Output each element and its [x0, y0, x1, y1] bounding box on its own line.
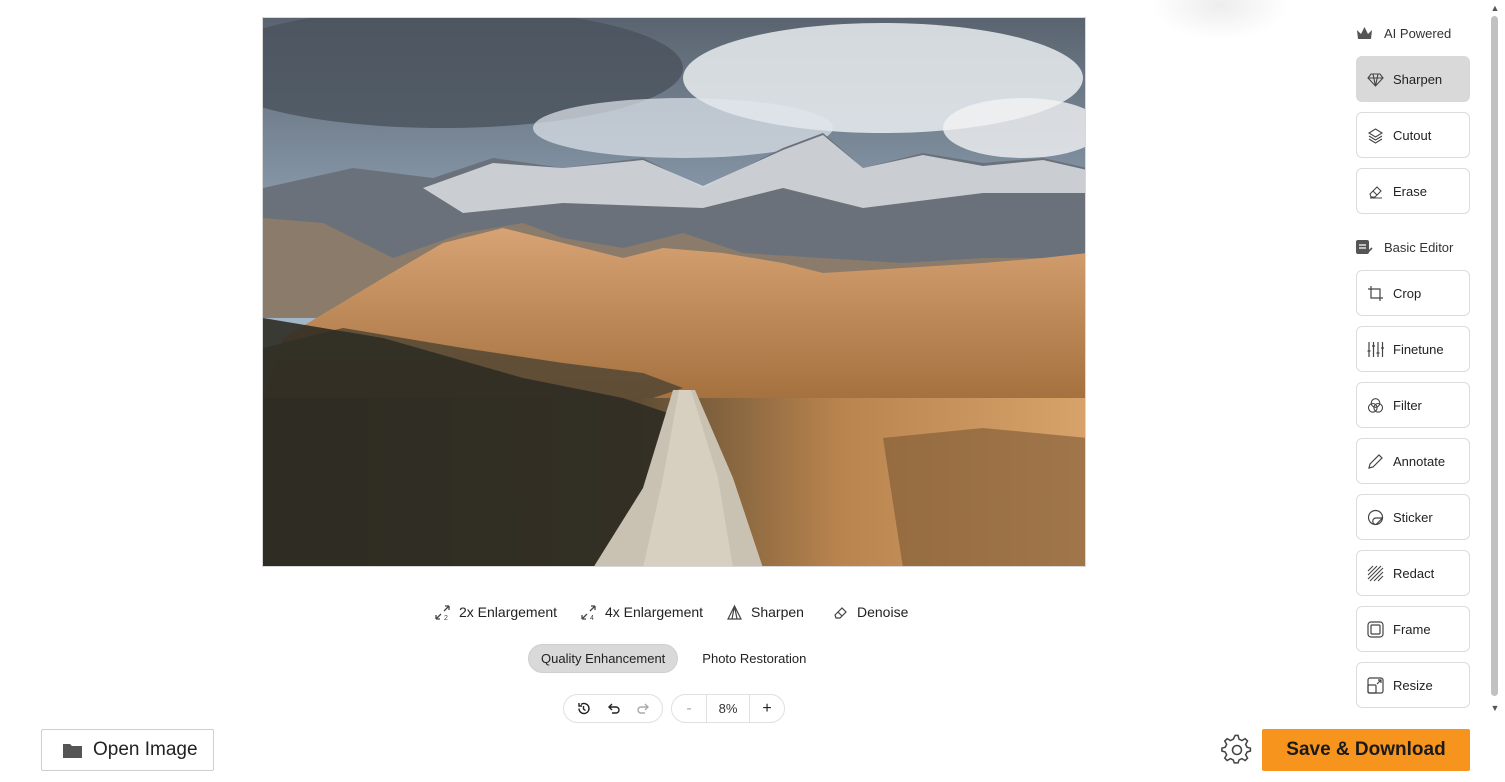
scrollbar-thumb[interactable] [1491, 16, 1498, 696]
tab-quality-enhancement[interactable]: Quality Enhancement [528, 644, 679, 673]
tool-resize[interactable]: Resize [1356, 662, 1470, 708]
denoise-label: Denoise [857, 604, 909, 620]
tool-cutout-label: Cutout [1393, 127, 1432, 143]
pencil-icon [1368, 453, 1383, 469]
tool-sticker-label: Sticker [1393, 509, 1433, 525]
tool-annotate[interactable]: Annotate [1356, 438, 1470, 484]
enlarge-2x-icon: 2 [435, 604, 450, 621]
ai-powered-header: AI Powered [1355, 24, 1451, 43]
tool-redact-label: Redact [1393, 565, 1435, 581]
sharpen-subtool-button[interactable]: Sharpen [716, 600, 814, 624]
sticker-icon [1367, 509, 1384, 525]
history-controls [563, 694, 663, 723]
scroll-down-arrow[interactable]: ▼ [1490, 703, 1500, 713]
svg-text:2: 2 [444, 615, 448, 621]
ai-powered-title: AI Powered [1384, 26, 1452, 41]
editor-icon [1356, 240, 1373, 254]
denoise-icon [834, 606, 847, 619]
landscape-photo [263, 18, 1085, 566]
tool-crop-label: Crop [1393, 285, 1422, 301]
scroll-up-arrow[interactable]: ▲ [1490, 3, 1500, 13]
undo-button[interactable] [599, 696, 627, 722]
redo-button[interactable] [629, 696, 657, 722]
tool-redact[interactable]: Redact [1356, 550, 1470, 596]
sliders-icon [1367, 341, 1384, 357]
eraser-icon [1369, 185, 1382, 199]
enlarge-4x-button[interactable]: 4 4x Enlargement [570, 600, 713, 624]
image-canvas[interactable] [262, 17, 1086, 567]
tool-finetune[interactable]: Finetune [1356, 326, 1470, 372]
tool-annotate-label: Annotate [1393, 453, 1446, 469]
tool-erase-label: Erase [1393, 183, 1427, 199]
layers-icon [1367, 127, 1384, 144]
diamond-icon [1367, 72, 1384, 87]
resize-icon [1367, 676, 1384, 694]
gear-icon [1221, 734, 1252, 764]
frame-icon [1367, 620, 1384, 638]
tool-resize-label: Resize [1393, 677, 1433, 693]
crop-icon [1368, 285, 1383, 301]
tool-finetune-label: Finetune [1393, 341, 1444, 357]
tool-filter-label: Filter [1393, 397, 1422, 413]
enlarge-4x-label: 4x Enlargement [605, 604, 704, 620]
basic-editor-title: Basic Editor [1384, 240, 1454, 255]
redact-icon [1367, 565, 1384, 581]
enlarge-2x-button[interactable]: 2 2x Enlargement [424, 600, 567, 624]
folder-icon [63, 743, 82, 758]
history-icon [577, 702, 590, 715]
enlarge-4x-icon: 4 [581, 604, 596, 621]
undo-icon [607, 703, 620, 714]
sharpen-icon [727, 604, 742, 620]
tool-frame[interactable]: Frame [1356, 606, 1470, 652]
tool-cutout[interactable]: Cutout [1356, 112, 1470, 158]
tool-sharpen[interactable]: Sharpen [1356, 56, 1470, 102]
svg-text:4: 4 [590, 615, 594, 621]
zoom-controls: - 8% + [671, 694, 785, 723]
redo-icon [636, 703, 649, 714]
mode-tabs: Quality Enhancement Photo Restoration [528, 644, 818, 673]
tool-frame-label: Frame [1393, 621, 1431, 637]
crown-icon [1357, 27, 1372, 39]
basic-editor-header: Basic Editor [1355, 238, 1453, 257]
tool-filter[interactable]: Filter [1356, 382, 1470, 428]
open-image-button[interactable]: Open Image [41, 729, 214, 771]
tool-sticker[interactable]: Sticker [1356, 494, 1470, 540]
save-download-button[interactable]: Save & Download [1262, 729, 1470, 771]
denoise-button[interactable]: Denoise [822, 600, 918, 624]
filter-icon [1367, 397, 1384, 413]
tool-crop[interactable]: Crop [1356, 270, 1470, 316]
tool-sharpen-label: Sharpen [1393, 71, 1443, 87]
tool-erase[interactable]: Erase [1356, 168, 1470, 214]
history-button[interactable] [569, 696, 597, 722]
zoom-level: 8% [706, 695, 750, 722]
zoom-in-button[interactable]: + [750, 695, 784, 722]
settings-button[interactable] [1221, 734, 1253, 766]
open-image-label: Open Image [93, 739, 198, 760]
zoom-out-button[interactable]: - [672, 695, 706, 722]
shadow-decoration [1150, 0, 1290, 40]
tab-photo-restoration[interactable]: Photo Restoration [690, 644, 818, 673]
enlarge-2x-label: 2x Enlargement [459, 604, 558, 620]
sharpen-subtool-label: Sharpen [751, 604, 804, 620]
